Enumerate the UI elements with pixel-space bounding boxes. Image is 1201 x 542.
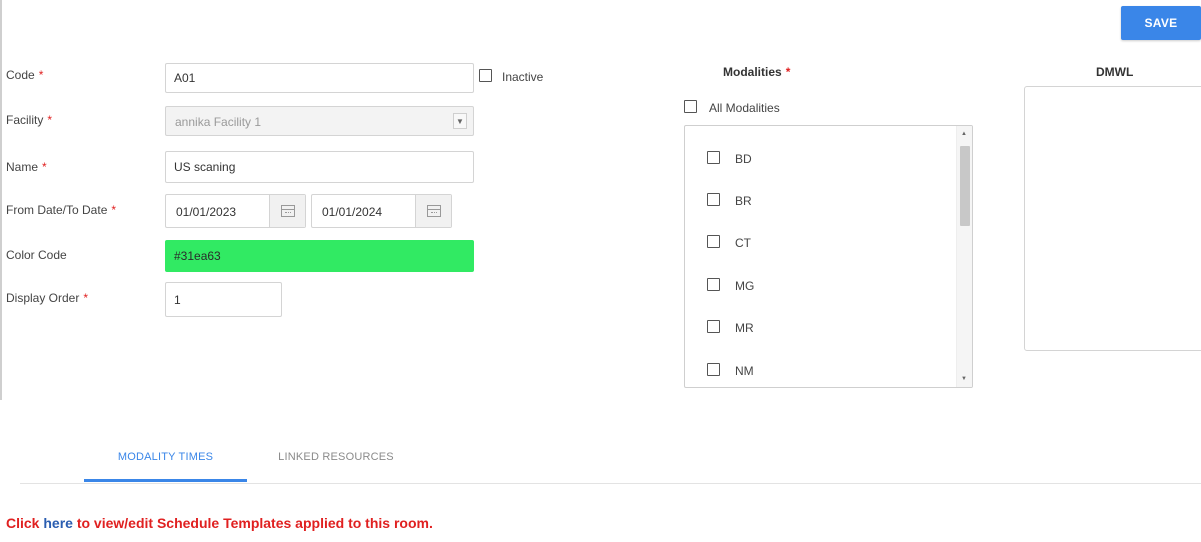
to-date-value: 01/01/2024	[322, 205, 383, 219]
name-label: Name *	[6, 160, 47, 174]
code-label: Code *	[6, 68, 44, 82]
facility-select[interactable]: annika Facility 1 ▼	[165, 106, 474, 136]
display-order-input[interactable]	[165, 282, 282, 317]
modalities-list[interactable]: BD BR CT MG MR NM ▲ ▼	[684, 125, 973, 388]
tab-modality-times[interactable]: MODALITY TIMES	[84, 431, 247, 483]
facility-value: annika Facility 1	[175, 115, 262, 129]
modality-checkbox[interactable]	[707, 278, 720, 291]
calendar-icon[interactable]	[415, 195, 451, 227]
modality-label: MR	[735, 321, 754, 335]
modality-label: MG	[735, 279, 755, 293]
dates-label: From Date/To Date *	[6, 203, 117, 217]
color-code-label: Color Code	[6, 248, 67, 262]
chevron-down-icon[interactable]: ▼	[453, 113, 467, 129]
here-link[interactable]: here	[43, 515, 73, 531]
required-marker: *	[47, 113, 53, 127]
inactive-label: Inactive	[502, 70, 544, 84]
required-marker: *	[83, 291, 89, 305]
from-date-field[interactable]: 01/01/2023	[165, 194, 306, 228]
calendar-glyph	[426, 205, 441, 217]
tab-linked-resources[interactable]: LINKED RESOURCES	[252, 431, 420, 483]
scrollbar[interactable]: ▲ ▼	[956, 126, 972, 387]
code-input[interactable]	[165, 63, 474, 93]
modalities-title: Modalities *	[723, 65, 791, 79]
modality-label: BD	[735, 152, 752, 166]
from-date-value: 01/01/2023	[176, 205, 237, 219]
active-tab-indicator	[84, 479, 247, 482]
scroll-down-icon[interactable]: ▼	[961, 376, 967, 382]
required-marker: *	[785, 65, 791, 79]
left-border	[0, 0, 2, 400]
scroll-up-icon[interactable]: ▲	[961, 131, 967, 137]
modality-checkbox[interactable]	[707, 235, 720, 248]
all-modalities-checkbox[interactable]	[684, 100, 697, 113]
dmwl-title: DMWL	[1096, 65, 1134, 79]
tabs-divider	[20, 483, 1201, 484]
calendar-glyph	[280, 205, 295, 217]
modality-checkbox[interactable]	[707, 363, 720, 376]
modality-checkbox[interactable]	[707, 320, 720, 333]
name-input[interactable]	[165, 151, 474, 183]
required-marker: *	[111, 203, 117, 217]
save-button[interactable]: SAVE	[1121, 6, 1201, 40]
modality-label: CT	[735, 236, 751, 250]
modality-label: BR	[735, 194, 752, 208]
calendar-icon[interactable]	[269, 195, 305, 227]
required-marker: *	[38, 68, 44, 82]
inactive-checkbox[interactable]	[479, 69, 492, 82]
color-code-input[interactable]	[165, 240, 474, 272]
facility-label: Facility *	[6, 113, 53, 127]
modality-checkbox[interactable]	[707, 193, 720, 206]
display-order-label: Display Order *	[6, 291, 89, 305]
modality-checkbox[interactable]	[707, 151, 720, 164]
scroll-thumb[interactable]	[960, 146, 970, 226]
required-marker: *	[42, 160, 47, 174]
dmwl-panel[interactable]	[1024, 86, 1201, 351]
to-date-field[interactable]: 01/01/2024	[311, 194, 452, 228]
all-modalities-label: All Modalities	[709, 101, 780, 115]
schedule-templates-note: Click here to view/edit Schedule Templat…	[6, 515, 433, 531]
modality-label: NM	[735, 364, 754, 378]
